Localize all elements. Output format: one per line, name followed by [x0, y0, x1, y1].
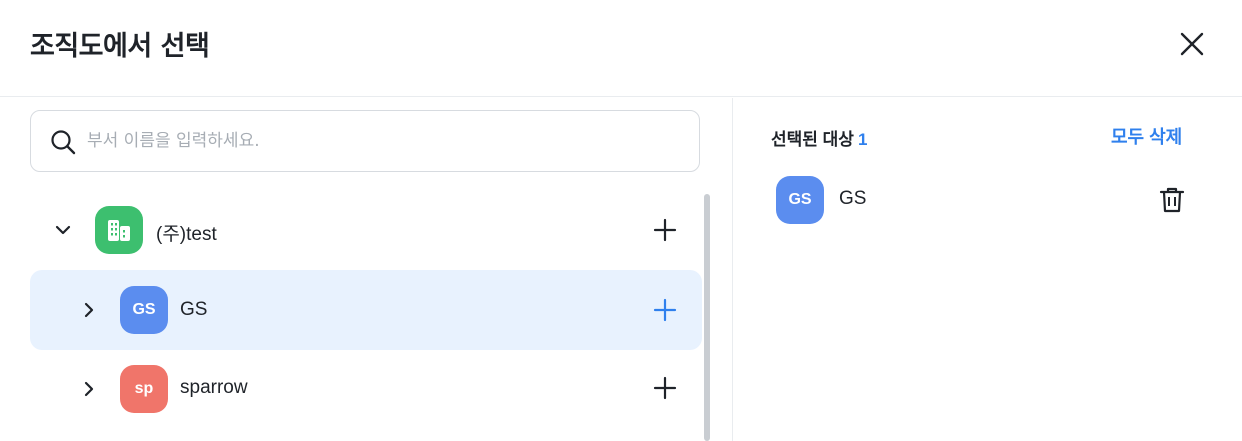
search-input[interactable] — [87, 123, 677, 159]
dialog-header: 조직도에서 선택 — [0, 0, 1242, 97]
clear-all-button[interactable]: 모두 삭제 — [1111, 123, 1182, 149]
selected-item-label: GS — [839, 188, 867, 209]
tree-item-label: GS — [180, 299, 208, 320]
selection-title-label: 선택된 대상 — [771, 130, 854, 149]
selection-panel: 선택된 대상 1 모두 삭제 GS GS — [734, 98, 1242, 441]
tree-item-sparrow[interactable]: sp sparrow — [30, 349, 702, 429]
trash-icon[interactable] — [1156, 184, 1188, 216]
scrollbar[interactable] — [704, 194, 710, 441]
org-avatar: GS — [120, 286, 168, 334]
close-button[interactable] — [1172, 26, 1212, 66]
org-tree-panel: (주)test GS GS sp sparrow — [0, 98, 733, 441]
search-box[interactable] — [30, 110, 700, 172]
tree-item-label: sparrow — [180, 377, 248, 398]
tree-item-label: (주)test — [156, 224, 217, 245]
selected-item-avatar: GS — [776, 176, 824, 224]
org-avatar — [95, 206, 143, 254]
add-icon[interactable] — [650, 215, 680, 245]
add-icon[interactable] — [650, 373, 680, 403]
tree-item-test[interactable]: (주)test — [30, 190, 702, 270]
org-avatar: sp — [120, 365, 168, 413]
chevron-right-icon[interactable] — [79, 379, 99, 399]
chevron-right-icon[interactable] — [79, 300, 99, 320]
chevron-down-icon[interactable] — [53, 220, 73, 240]
building-icon — [108, 220, 130, 241]
selected-item: GS GS — [776, 176, 1216, 224]
close-icon — [1180, 32, 1204, 56]
add-icon[interactable] — [650, 295, 680, 325]
dialog-title: 조직도에서 선택 — [30, 31, 210, 62]
selection-title: 선택된 대상 1 — [771, 125, 867, 150]
selection-count: 1 — [857, 130, 868, 149]
search-icon — [51, 130, 76, 155]
tree-item-gs[interactable]: GS GS — [30, 270, 702, 350]
